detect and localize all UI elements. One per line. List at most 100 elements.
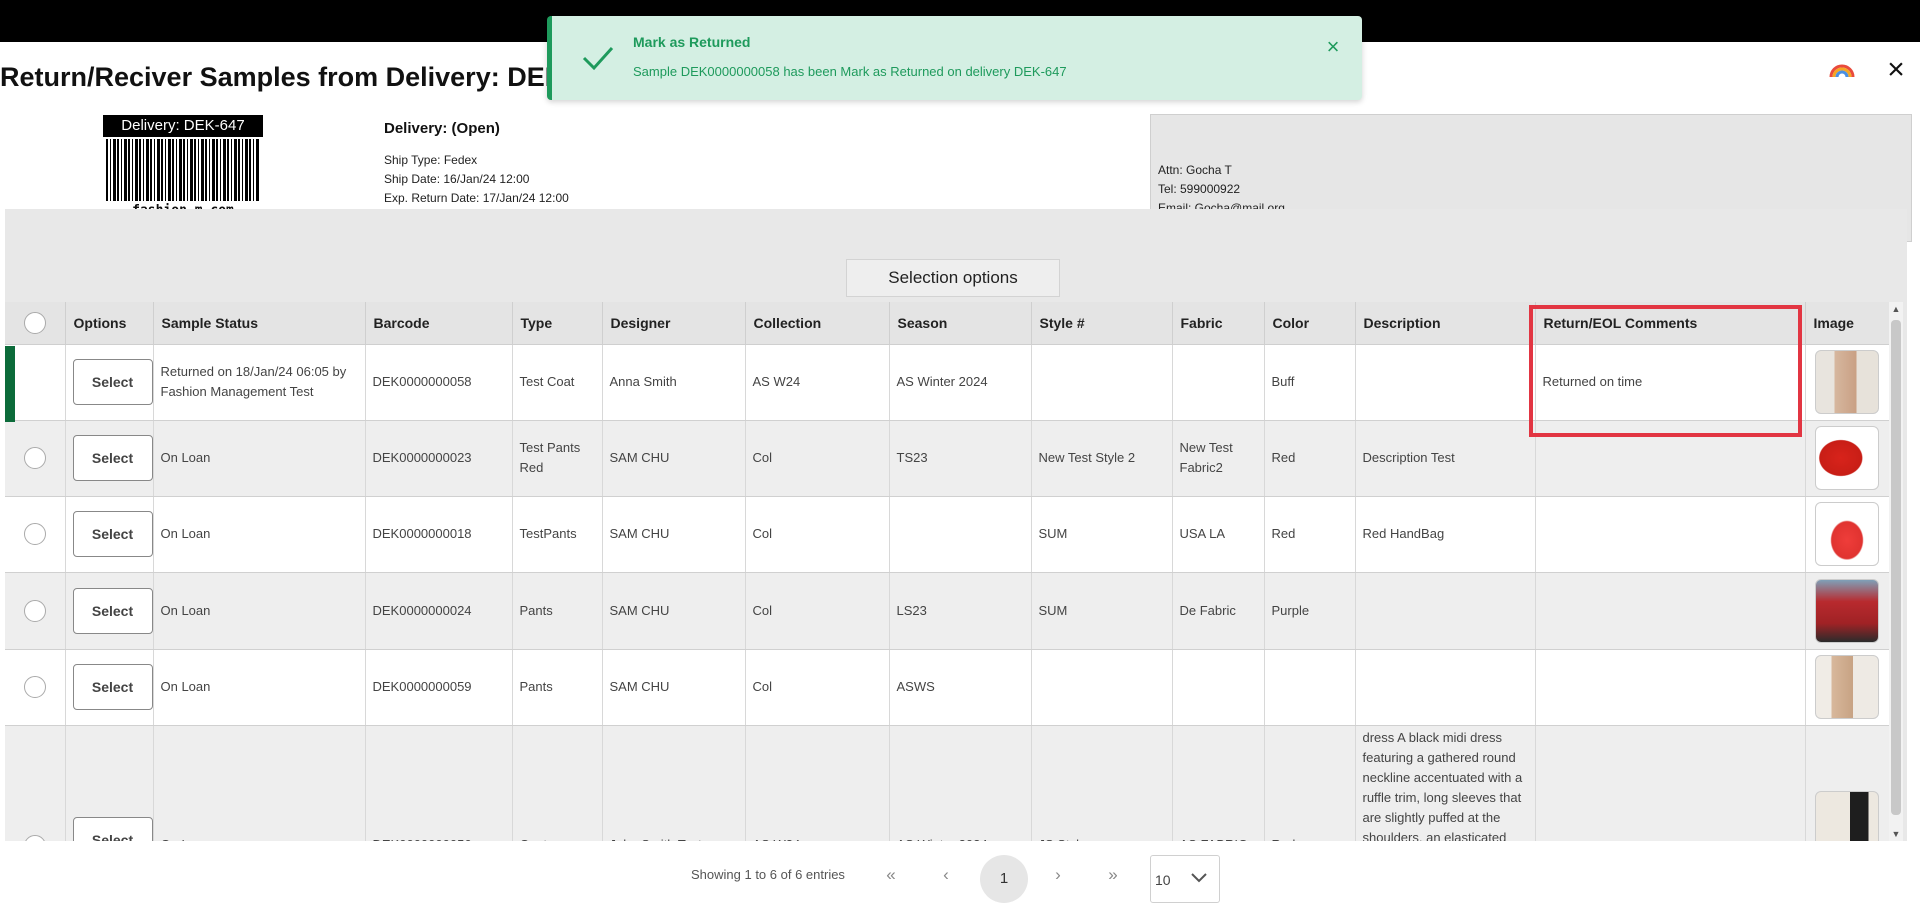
cell-type: Test Pants Red [512,420,603,497]
return-date: Exp. Return Date: 17/Jan/24 12:00 [384,191,569,205]
table-row: Select On Loan DEK0000000023 Test Pants … [5,420,1889,497]
page-1-button[interactable]: 1 [980,855,1028,903]
cell-status: On Loan [153,725,366,841]
sample-thumbnail[interactable] [1815,655,1879,719]
scroll-up-icon[interactable]: ▲ [1889,304,1903,314]
table-scrollbar[interactable]: ▲ ▼ [1889,302,1903,841]
cell-season [889,496,1032,573]
cell-designer: SAM CHU [602,572,746,650]
select-button[interactable]: Select [72,587,153,634]
table-row: Select On Loan DEK0000000018 TestPants S… [5,496,1889,573]
cell-style: New Test Style 2 [1031,420,1173,497]
header-select-all[interactable] [5,302,66,345]
chevron-down-icon [1191,873,1207,883]
header-barcode[interactable]: Barcode [365,302,513,345]
cell-season: ASWS [889,649,1032,726]
page-size-select[interactable]: 10 [1150,855,1220,903]
header-fabric[interactable]: Fabric [1172,302,1265,345]
select-button[interactable]: Select [72,511,153,557]
ship-type: Ship Type: Fedex [384,153,478,167]
table-row: Select On Loan DEK0000000024 Pants SAM C… [5,572,1889,650]
cell-designer: SAM CHU [602,649,746,726]
row-radio[interactable] [23,523,46,545]
contact-tel: Tel: 599000922 [1158,182,1241,196]
selection-options-button[interactable]: Selection options [846,259,1060,297]
select-all-radio[interactable] [23,311,46,334]
cell-collection: Col [745,496,890,573]
cell-color [1264,649,1356,726]
barcode-bars [106,139,260,201]
cell-fabric: New Test Fabric2 [1172,420,1265,497]
scroll-thumb[interactable] [1891,320,1901,815]
sample-thumbnail[interactable] [1815,790,1879,841]
cell-comments[interactable] [1535,496,1806,573]
cell-comments[interactable] [1535,572,1806,650]
cell-color: Buff [1264,344,1356,421]
row-radio[interactable] [23,676,46,698]
cell-description [1355,572,1536,650]
cell-comments[interactable] [1535,420,1806,497]
cell-color: Purple [1264,572,1356,650]
cell-comments[interactable] [1535,649,1806,726]
header-type[interactable]: Type [512,302,603,345]
cell-fabric: USA LA [1172,496,1265,573]
cell-fabric [1172,344,1265,421]
header-description[interactable]: Description [1355,302,1536,345]
rainbow-icon[interactable] [1829,57,1855,79]
cell-style: SUM [1031,572,1173,650]
cell-status: On Loan [153,496,366,573]
header-status[interactable]: Sample Status [153,302,366,345]
toast-title: Mark as Returned [633,34,751,50]
sample-thumbnail[interactable] [1815,426,1879,490]
cell-style [1031,649,1173,726]
select-button[interactable]: Select [72,816,153,841]
cell-color: Red [1264,420,1356,497]
next-page-button[interactable]: › [1043,861,1073,889]
cell-description: dress A black midi dress featuring a gat… [1355,725,1536,841]
cell-season: TS23 [889,420,1032,497]
sample-thumbnail[interactable] [1815,578,1879,643]
row-radio[interactable] [23,599,46,622]
row-radio[interactable] [23,447,46,469]
sample-thumbnail[interactable] [1815,502,1879,566]
cell-comments[interactable]: Returned on time [1535,344,1806,421]
header-color[interactable]: Color [1264,302,1356,345]
select-button[interactable]: Select [72,664,153,710]
select-button[interactable]: Select [72,359,153,405]
cell-comments[interactable] [1535,725,1806,841]
header-season[interactable]: Season [889,302,1032,345]
cell-collection: AS W24 [745,344,890,421]
table-row: Select Returned on 18/Jan/24 06:05 by Fa… [5,344,1889,421]
cell-barcode: DEK0000000024 [365,572,513,650]
header-designer[interactable]: Designer [602,302,746,345]
header-style[interactable]: Style # [1031,302,1173,345]
toast-close-icon[interactable]: × [1322,36,1344,58]
cell-fabric [1172,649,1265,726]
prev-page-button[interactable]: ‹ [931,861,961,889]
cell-season: AS Winter 2024 [889,344,1032,421]
cell-status: On Loan [153,420,366,497]
barcode-label: Delivery: DEK-647 [103,115,263,137]
cell-style [1031,344,1173,421]
scroll-down-icon[interactable]: ▼ [1889,829,1903,839]
header-collection[interactable]: Collection [745,302,890,345]
table-row: Select On Loan DEK0000000059 Pants SAM C… [5,649,1889,726]
cell-collection: Col [745,649,890,726]
table-row: Select On Loan DEK0000000056 Coat John S… [5,725,1889,841]
cell-description [1355,344,1536,421]
samples-table: Options Sample Status Barcode Type Desig… [5,302,1889,841]
cell-season: AS Winter 2024 [889,725,1032,841]
cell-designer: SAM CHU [602,420,746,497]
cell-fabric: De Fabric [1172,572,1265,650]
first-page-button[interactable]: « [876,861,906,889]
row-radio[interactable] [23,834,46,841]
close-icon[interactable]: × [1882,55,1910,85]
cell-season: LS23 [889,572,1032,650]
cell-status: On Loan [153,572,366,650]
sample-thumbnail[interactable] [1815,350,1879,414]
page-size-value: 10 [1155,872,1171,888]
select-button[interactable]: Select [72,435,153,481]
header-comments[interactable]: Return/EOL Comments [1535,302,1806,345]
last-page-button[interactable]: » [1098,861,1128,889]
cell-type: TestPants [512,496,603,573]
